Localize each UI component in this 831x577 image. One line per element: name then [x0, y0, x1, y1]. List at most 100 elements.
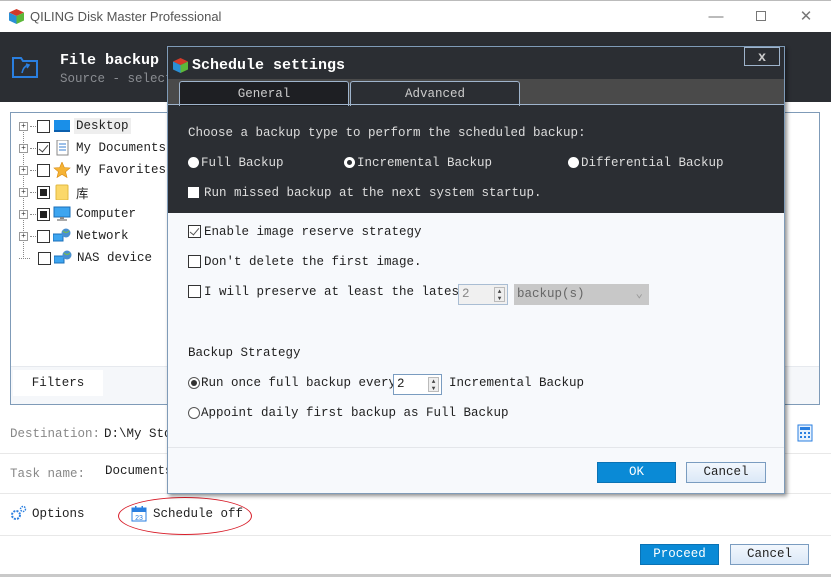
dialog-cancel-button[interactable]: Cancel [686, 462, 766, 483]
expand-icon[interactable]: + [19, 231, 28, 241]
preserve-count-stepper[interactable]: 2 ▲ ▼ [458, 284, 508, 305]
app-logo-icon [9, 9, 24, 24]
run-missed-checkbox[interactable]: Run missed backup at the next system sta… [188, 186, 542, 200]
preserve-latest-checkbox[interactable]: I will preserve at least the latest [188, 285, 467, 299]
schedule-settings-dialog: Schedule settings x General Advanced Cho… [167, 46, 785, 494]
preserve-unit-select[interactable]: backup(s) ⌄ [514, 284, 649, 305]
tree-label: Computer [76, 207, 137, 221]
tree-checkbox[interactable] [37, 141, 50, 155]
title-bar: QILING Disk Master Professional — ✕ [0, 0, 831, 32]
cancel-button[interactable]: Cancel [730, 544, 809, 565]
incremental-suffix-label: Incremental Backup [449, 376, 585, 390]
task-name-label: Task name: [10, 467, 86, 481]
ok-button[interactable]: OK [597, 462, 676, 483]
window-title: QILING Disk Master Professional [30, 9, 222, 24]
tree-item-network[interactable]: + Network [19, 226, 131, 246]
filters-button[interactable]: Filters [13, 370, 103, 396]
close-button[interactable]: ✕ [786, 5, 826, 29]
page-title: File backup [60, 52, 160, 69]
checkbox-label: I will preserve at least the latest [204, 285, 467, 299]
radio-label: Appoint daily first backup as Full Backu… [201, 406, 509, 420]
star-icon [53, 162, 71, 178]
stepper-value: 2 [462, 287, 470, 301]
full-backup-interval-stepper[interactable]: 2 ▲ ▼ [393, 374, 442, 395]
tree-checkbox[interactable] [37, 119, 50, 133]
app-logo-icon [173, 58, 188, 73]
tab-advanced[interactable]: Advanced [350, 81, 520, 106]
tree-item-library[interactable]: + 库 [19, 182, 91, 202]
dialog-button-bar: OK Cancel [168, 447, 784, 493]
dialog-close-button[interactable]: x [744, 47, 780, 66]
expand-icon[interactable]: + [19, 187, 28, 197]
proceed-button[interactable]: Proceed [640, 544, 719, 565]
tree-label: NAS device [77, 251, 153, 265]
expand-icon[interactable]: + [19, 143, 28, 153]
radio-label: Incremental Backup [357, 156, 493, 170]
divider [0, 535, 831, 536]
close-icon: x [758, 48, 766, 64]
dialog-title: Schedule settings [192, 57, 346, 74]
network-icon [54, 250, 72, 264]
radio-indicator [344, 157, 355, 169]
maximize-button[interactable] [741, 5, 781, 29]
tab-general[interactable]: General [179, 81, 349, 106]
radio-indicator [188, 376, 200, 389]
calculator-icon[interactable] [797, 424, 813, 442]
desktop-icon [54, 120, 70, 132]
tree-label: Network [76, 229, 129, 243]
enable-reserve-checkbox[interactable]: Enable image reserve strategy [188, 225, 422, 239]
close-icon: ✕ [799, 8, 813, 25]
tree-item-my-favorites[interactable]: + My Favorites [19, 160, 168, 180]
tree-label: My Documents [76, 141, 167, 155]
chevron-down-icon: ⌄ [635, 287, 643, 301]
select-value: backup(s) [517, 287, 585, 301]
strategy-heading: Backup Strategy [188, 346, 301, 360]
expand-icon[interactable]: + [19, 165, 28, 175]
radio-run-full-every[interactable]: Run once full backup every [188, 376, 396, 390]
destination-value[interactable]: D:\My Sto [104, 427, 172, 441]
maximize-icon [756, 11, 766, 21]
tree-checkbox[interactable] [37, 163, 50, 177]
tree-item-nas-device[interactable]: NAS device [19, 248, 154, 268]
stepper-arrows-icon[interactable]: ▲ ▼ [494, 287, 505, 302]
computer-icon [53, 206, 71, 221]
tree-checkbox[interactable] [37, 229, 50, 243]
expand-icon[interactable]: + [19, 209, 28, 219]
tree-item-computer[interactable]: + Computer [19, 204, 138, 224]
minimize-button[interactable]: — [696, 5, 736, 29]
radio-label: Full Backup [201, 156, 284, 170]
options-label: Options [32, 506, 85, 521]
tree-checkbox[interactable] [37, 185, 50, 199]
task-name-input[interactable]: Documents [105, 464, 173, 478]
radio-differential-backup[interactable]: Differential Backup [568, 156, 724, 170]
annotation-ellipse [118, 497, 252, 535]
radio-appoint-daily-full[interactable]: Appoint daily first backup as Full Backu… [188, 406, 509, 420]
tab-underline [168, 104, 784, 105]
dont-delete-first-checkbox[interactable]: Don't delete the first image. [188, 255, 422, 269]
options-button[interactable]: Options [10, 505, 85, 522]
tree-item-desktop[interactable]: + Desktop [19, 116, 131, 136]
radio-indicator [568, 157, 579, 169]
folder-icon [55, 184, 69, 200]
tree-label: 库 [76, 187, 89, 202]
checkbox-indicator [188, 225, 201, 239]
network-icon [53, 228, 71, 242]
expand-icon[interactable]: + [19, 121, 28, 131]
tree-item-my-documents[interactable]: + My Documents [19, 138, 168, 158]
tree-label: My Favorites [76, 163, 167, 177]
minimize-icon: — [708, 8, 724, 25]
checkbox-label: Don't delete the first image. [204, 255, 422, 269]
radio-label: Run once full backup every [201, 376, 397, 390]
checkbox-indicator [188, 187, 199, 199]
destination-label: Destination: [10, 427, 101, 441]
checkbox-indicator [188, 285, 201, 299]
tree-label: Desktop [74, 118, 131, 134]
checkbox-label: Run missed backup at the next system sta… [204, 186, 542, 200]
radio-full-backup[interactable]: Full Backup [188, 156, 284, 170]
stepper-arrows-icon[interactable]: ▲ ▼ [428, 377, 439, 392]
tree-checkbox[interactable] [38, 251, 51, 265]
file-backup-icon [12, 57, 38, 78]
radio-incremental-backup[interactable]: Incremental Backup [344, 156, 492, 170]
stepper-value: 2 [397, 377, 405, 391]
tree-checkbox[interactable] [37, 207, 50, 221]
